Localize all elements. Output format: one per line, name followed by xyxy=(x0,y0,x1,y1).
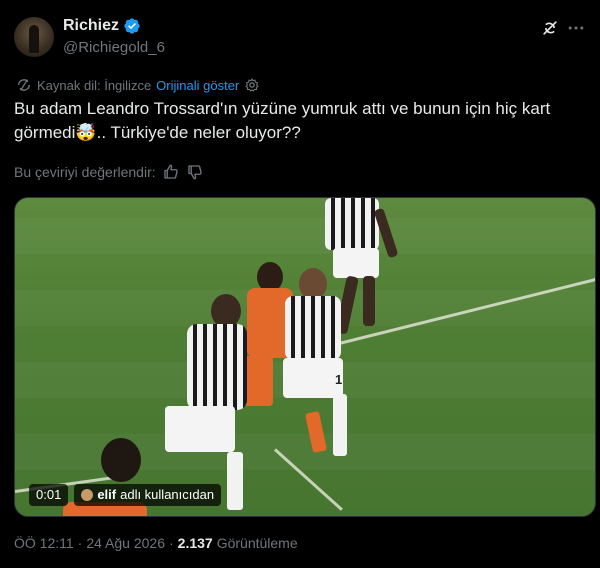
video-timestamp: 0:01 xyxy=(29,484,69,506)
show-original-link[interactable]: Orijinali göster xyxy=(156,78,239,93)
thumbs-up-icon[interactable] xyxy=(162,163,180,181)
verified-badge-icon xyxy=(124,18,140,34)
tweet-text-part: görmedi xyxy=(14,123,76,142)
exploding-head-emoji-icon: 🤯 xyxy=(75,123,97,142)
translation-info: Kaynak dil: İngilizce Orijinali göster xyxy=(16,77,260,93)
source-avatar-icon xyxy=(81,489,94,501)
attribution-suffix: adlı kullanıcıdan xyxy=(120,487,215,502)
handle[interactable]: @Richiegold_6 xyxy=(63,39,165,56)
video-player[interactable]: 1 0:01 elif adlı kullanıcıdan xyxy=(14,197,596,517)
tweet-text: Bu adam Leandro Trossard'ın yüzüne yumru… xyxy=(14,97,586,145)
view-count: 2.137 xyxy=(177,535,213,551)
source-language-label: Kaynak dil: İngilizce xyxy=(37,77,152,93)
tweet-text-line: görmedi🤯.. Türkiye'de neler oluyor?? xyxy=(14,121,586,145)
jersey-number: 1 xyxy=(335,372,343,387)
tweet-text-line: Bu adam Leandro Trossard'ın yüzüne yumru… xyxy=(14,99,551,118)
video-overlay: 0:01 elif adlı kullanıcıdan xyxy=(29,484,222,506)
tweet-text-part: .. Türkiye'de neler oluyor?? xyxy=(96,123,301,142)
more-options-icon[interactable] xyxy=(566,18,586,38)
video-attribution[interactable]: elif adlı kullanıcıdan xyxy=(74,484,222,506)
meta-separator: · xyxy=(77,535,83,551)
avatar[interactable] xyxy=(14,17,54,57)
grok-icon[interactable] xyxy=(540,18,560,38)
translate-icon xyxy=(18,79,30,91)
author-name-row: Richiez xyxy=(63,17,141,35)
rate-translation-label: Bu çeviriyi değerlendir: xyxy=(14,164,156,180)
pitch-stripe xyxy=(15,218,595,254)
thumbs-down-icon[interactable] xyxy=(186,163,204,181)
views-label: Görüntüleme xyxy=(216,535,298,551)
settings-gear-icon[interactable] xyxy=(244,77,260,93)
attribution-user[interactable]: elif xyxy=(97,486,116,504)
tweet-date[interactable]: 24 Ağu 2026 xyxy=(86,535,165,551)
display-name[interactable]: Richiez xyxy=(63,17,119,35)
tweet-meta: ÖÖ 12:11 · 24 Ağu 2026 · 2.137 Görüntüle… xyxy=(14,535,298,551)
rate-translation: Bu çeviriyi değerlendir: xyxy=(14,163,204,181)
tweet-header: Richiez @Richiegold_6 xyxy=(14,14,586,62)
meta-separator: · xyxy=(168,535,174,551)
tweet-time[interactable]: ÖÖ 12:11 xyxy=(14,535,74,551)
